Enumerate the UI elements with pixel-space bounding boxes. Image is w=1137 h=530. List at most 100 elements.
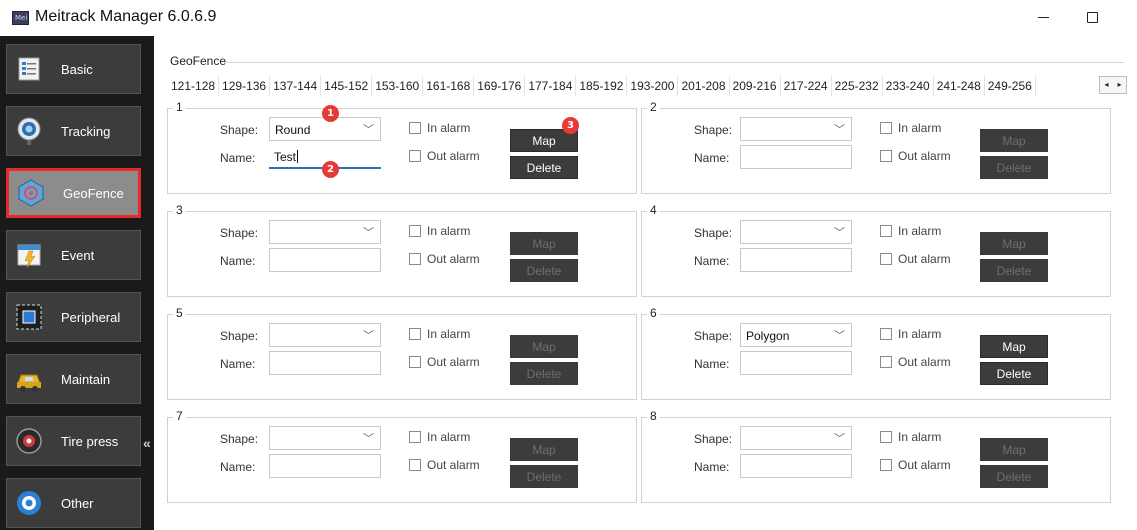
in-alarm-checkbox[interactable] xyxy=(880,431,892,443)
sidebar-item-peripheral[interactable]: Peripheral xyxy=(6,292,141,342)
in-alarm-checkbox[interactable] xyxy=(409,431,421,443)
in-alarm-label: In alarm xyxy=(898,121,942,135)
maximize-button[interactable] xyxy=(1077,4,1107,30)
tab-range[interactable]: 193-200 xyxy=(627,76,679,96)
delete-button[interactable]: Delete xyxy=(510,156,578,179)
tab-range[interactable]: 249-256 xyxy=(985,76,1036,96)
tab-range[interactable]: 233-240 xyxy=(883,76,934,96)
tab-range[interactable]: 177-184 xyxy=(525,76,577,96)
geofence-group-4: 4 Shape: ﹀ Name: In alarm Out alarm Map … xyxy=(641,203,1111,297)
sidebar: Basic Tracking GeoFence Event Peripheral… xyxy=(0,36,154,530)
shape-select[interactable]: Polygon ﹀ xyxy=(740,323,852,347)
sidebar-item-basic[interactable]: Basic xyxy=(6,44,141,94)
name-label: Name: xyxy=(694,151,730,165)
geofence-group-2: 2 Shape: ﹀ Name: In alarm Out alarm Map … xyxy=(641,100,1111,194)
minimize-button[interactable] xyxy=(1028,4,1058,30)
name-input[interactable] xyxy=(740,248,852,272)
map-button[interactable]: Map xyxy=(980,438,1048,461)
shape-select[interactable]: ﹀ xyxy=(740,220,852,244)
shape-select[interactable]: ﹀ xyxy=(269,220,381,244)
out-alarm-checkbox[interactable] xyxy=(880,150,892,162)
out-alarm-checkbox[interactable] xyxy=(409,356,421,368)
out-alarm-checkbox[interactable] xyxy=(880,356,892,368)
delete-button[interactable]: Delete xyxy=(510,362,578,385)
tab-range[interactable]: 153-160 xyxy=(372,76,424,96)
name-input[interactable] xyxy=(269,248,381,272)
map-button[interactable]: Map xyxy=(980,335,1048,358)
out-alarm-checkbox[interactable] xyxy=(409,150,421,162)
scroll-right-icon[interactable]: ▸ xyxy=(1113,77,1126,93)
tab-range[interactable]: 145-152 xyxy=(321,76,373,96)
delete-button[interactable]: Delete xyxy=(510,259,578,282)
range-tab-strip: 121-128 129-136 137-144 145-152 153-160 … xyxy=(168,76,1036,96)
tab-range[interactable]: 137-144 xyxy=(270,76,322,96)
name-input[interactable] xyxy=(269,454,381,478)
shape-select[interactable]: ﹀ xyxy=(740,426,852,450)
tab-range[interactable]: 217-224 xyxy=(781,76,832,96)
map-button[interactable]: Map xyxy=(510,232,578,255)
out-alarm-label: Out alarm xyxy=(427,458,480,472)
delete-button[interactable]: Delete xyxy=(980,362,1048,385)
shape-label: Shape: xyxy=(694,123,733,137)
out-alarm-checkbox[interactable] xyxy=(880,459,892,471)
sidebar-item-event[interactable]: Event xyxy=(6,230,141,280)
sidebar-item-tracking[interactable]: Tracking xyxy=(6,106,141,156)
map-button[interactable]: Map xyxy=(510,335,578,358)
collapse-sidebar-icon[interactable]: « xyxy=(143,435,151,451)
sidebar-item-other[interactable]: Other xyxy=(6,478,141,528)
shape-select[interactable]: ﹀ xyxy=(740,117,852,141)
delete-button[interactable]: Delete xyxy=(980,259,1048,282)
app-logo-icon: Mei xyxy=(12,11,29,25)
map-button[interactable]: Map xyxy=(980,129,1048,152)
map-button[interactable]: Map xyxy=(510,438,578,461)
other-icon xyxy=(13,487,45,519)
name-label: Name: xyxy=(694,460,730,474)
section-divider xyxy=(224,62,1124,63)
sidebar-item-label: Event xyxy=(61,247,95,263)
in-alarm-checkbox[interactable] xyxy=(409,122,421,134)
name-input[interactable] xyxy=(740,351,852,375)
minimize-icon xyxy=(1037,16,1049,18)
out-alarm-checkbox[interactable] xyxy=(409,253,421,265)
out-alarm-label: Out alarm xyxy=(898,458,951,472)
out-alarm-checkbox[interactable] xyxy=(880,253,892,265)
delete-button[interactable]: Delete xyxy=(980,465,1048,488)
tab-range[interactable]: 201-208 xyxy=(678,76,730,96)
tab-range[interactable]: 209-216 xyxy=(730,76,781,96)
tab-range[interactable]: 121-128 xyxy=(168,76,220,96)
in-alarm-checkbox[interactable] xyxy=(409,328,421,340)
tab-range[interactable]: 169-176 xyxy=(474,76,526,96)
geofence-group-8: 8 Shape: ﹀ Name: In alarm Out alarm Map … xyxy=(641,409,1111,503)
tab-range[interactable]: 185-192 xyxy=(576,76,628,96)
out-alarm-checkbox[interactable] xyxy=(409,459,421,471)
in-alarm-checkbox[interactable] xyxy=(880,122,892,134)
name-input[interactable] xyxy=(269,351,381,375)
chevron-down-icon: ﹀ xyxy=(363,433,374,445)
name-input[interactable] xyxy=(740,454,852,478)
delete-button[interactable]: Delete xyxy=(980,156,1048,179)
sidebar-item-geofence[interactable]: GeoFence xyxy=(6,168,141,218)
tab-range[interactable]: 225-232 xyxy=(832,76,883,96)
sidebar-item-maintain[interactable]: Maintain xyxy=(6,354,141,404)
in-alarm-label: In alarm xyxy=(427,224,471,238)
map-button[interactable]: Map xyxy=(980,232,1048,255)
in-alarm-label: In alarm xyxy=(898,224,942,238)
shape-label: Shape: xyxy=(694,329,733,343)
scroll-left-icon[interactable]: ◂ xyxy=(1100,77,1113,93)
name-input[interactable] xyxy=(740,145,852,169)
tab-range[interactable]: 241-248 xyxy=(934,76,985,96)
maintain-icon xyxy=(13,363,45,395)
sidebar-item-tire-press[interactable]: Tire press xyxy=(6,416,141,466)
tab-range[interactable]: 129-136 xyxy=(219,76,271,96)
shape-select[interactable]: ﹀ xyxy=(269,323,381,347)
tab-range[interactable]: 161-168 xyxy=(423,76,475,96)
in-alarm-checkbox[interactable] xyxy=(409,225,421,237)
shape-value: Round xyxy=(275,123,311,137)
chevron-down-icon: ﹀ xyxy=(834,124,845,136)
shape-label: Shape: xyxy=(220,329,259,343)
shape-select[interactable]: ﹀ xyxy=(269,426,381,450)
delete-button[interactable]: Delete xyxy=(510,465,578,488)
fence-number: 7 xyxy=(173,409,186,423)
in-alarm-checkbox[interactable] xyxy=(880,328,892,340)
in-alarm-checkbox[interactable] xyxy=(880,225,892,237)
